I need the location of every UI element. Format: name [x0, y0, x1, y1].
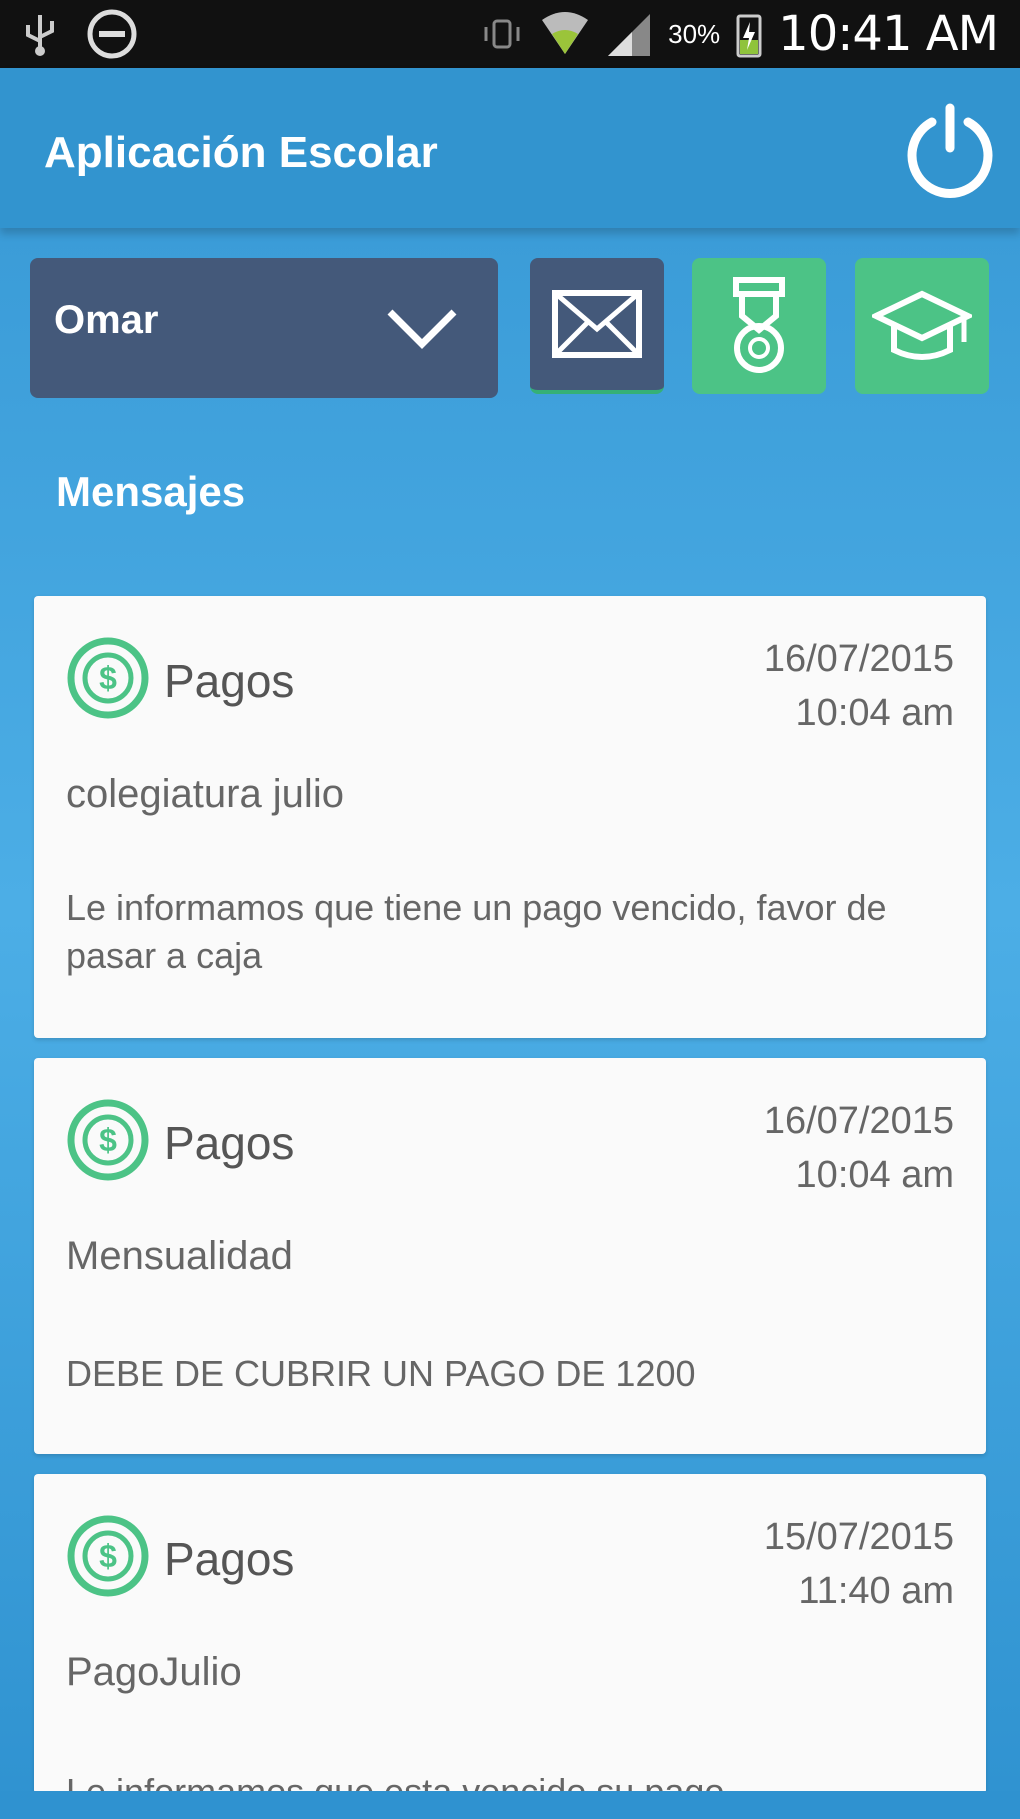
message-date: 16/07/2015 [763, 1100, 954, 1142]
svg-text:$: $ [99, 1122, 117, 1158]
message-card[interactable]: $ Pagos 16/07/2015 10:04 am colegiatura … [34, 596, 986, 1038]
battery-charging-icon [736, 14, 762, 58]
message-datetime: 16/07/2015 10:04 am [764, 1094, 954, 1202]
message-date: 15/07/2015 [763, 1516, 954, 1558]
svg-text:$: $ [99, 1538, 117, 1574]
dollar-icon: $ [67, 1099, 149, 1181]
messages-tab-button[interactable] [530, 258, 664, 394]
message-card[interactable]: $ Pagos 15/07/2015 11:40 am PagoJulio Le… [34, 1474, 986, 1794]
app-title: Aplicación Escolar [44, 128, 438, 177]
message-category: Pagos [164, 1117, 295, 1169]
message-category: Pagos [164, 655, 295, 707]
usb-icon [26, 15, 54, 56]
message-body: Le informamos que tiene un pago vencido,… [66, 887, 887, 976]
student-dropdown[interactable]: Omar [30, 258, 498, 398]
dollar-icon: $ [67, 1515, 149, 1597]
clock: 10:41 AM [778, 6, 999, 62]
selected-student: Omar [54, 298, 159, 342]
message-subject: Mensualidad [66, 1234, 293, 1278]
medal-icon [733, 277, 785, 373]
vibrate-icon [484, 19, 520, 49]
signal-icon [608, 14, 651, 56]
message-subject: PagoJulio [66, 1650, 242, 1694]
chevron-down-icon [387, 309, 457, 349]
message-subject: colegiatura julio [66, 772, 344, 816]
message-datetime: 15/07/2015 11:40 am [764, 1510, 954, 1618]
power-icon[interactable] [900, 100, 1000, 200]
bottom-edge [0, 1791, 1020, 1819]
grades-tab-button[interactable] [855, 258, 989, 394]
message-datetime: 16/07/2015 10:04 am [764, 632, 954, 740]
envelope-icon [552, 290, 642, 358]
do-not-disturb-icon [87, 9, 137, 59]
graduation-cap-icon [872, 290, 972, 360]
svg-text:$: $ [99, 660, 117, 696]
wifi-icon [542, 12, 589, 54]
battery-percent: 30% [668, 18, 721, 49]
message-date: 16/07/2015 [763, 638, 954, 680]
message-category: Pagos [164, 1533, 295, 1585]
message-time: 11:40 am [798, 1570, 954, 1612]
message-time: 10:04 am [795, 692, 954, 734]
status-bar: 30% 10:41 AM [0, 0, 1020, 68]
section-title: Mensajes [56, 468, 246, 515]
awards-tab-button[interactable] [692, 258, 826, 394]
message-body: DEBE DE CUBRIR UN PAGO DE 1200 [66, 1353, 696, 1394]
message-time: 10:04 am [795, 1154, 954, 1196]
dollar-icon: $ [67, 637, 149, 719]
message-card[interactable]: $ Pagos 16/07/2015 10:04 am Mensualidad … [34, 1058, 986, 1454]
app-bar: Aplicación Escolar [0, 68, 1020, 228]
